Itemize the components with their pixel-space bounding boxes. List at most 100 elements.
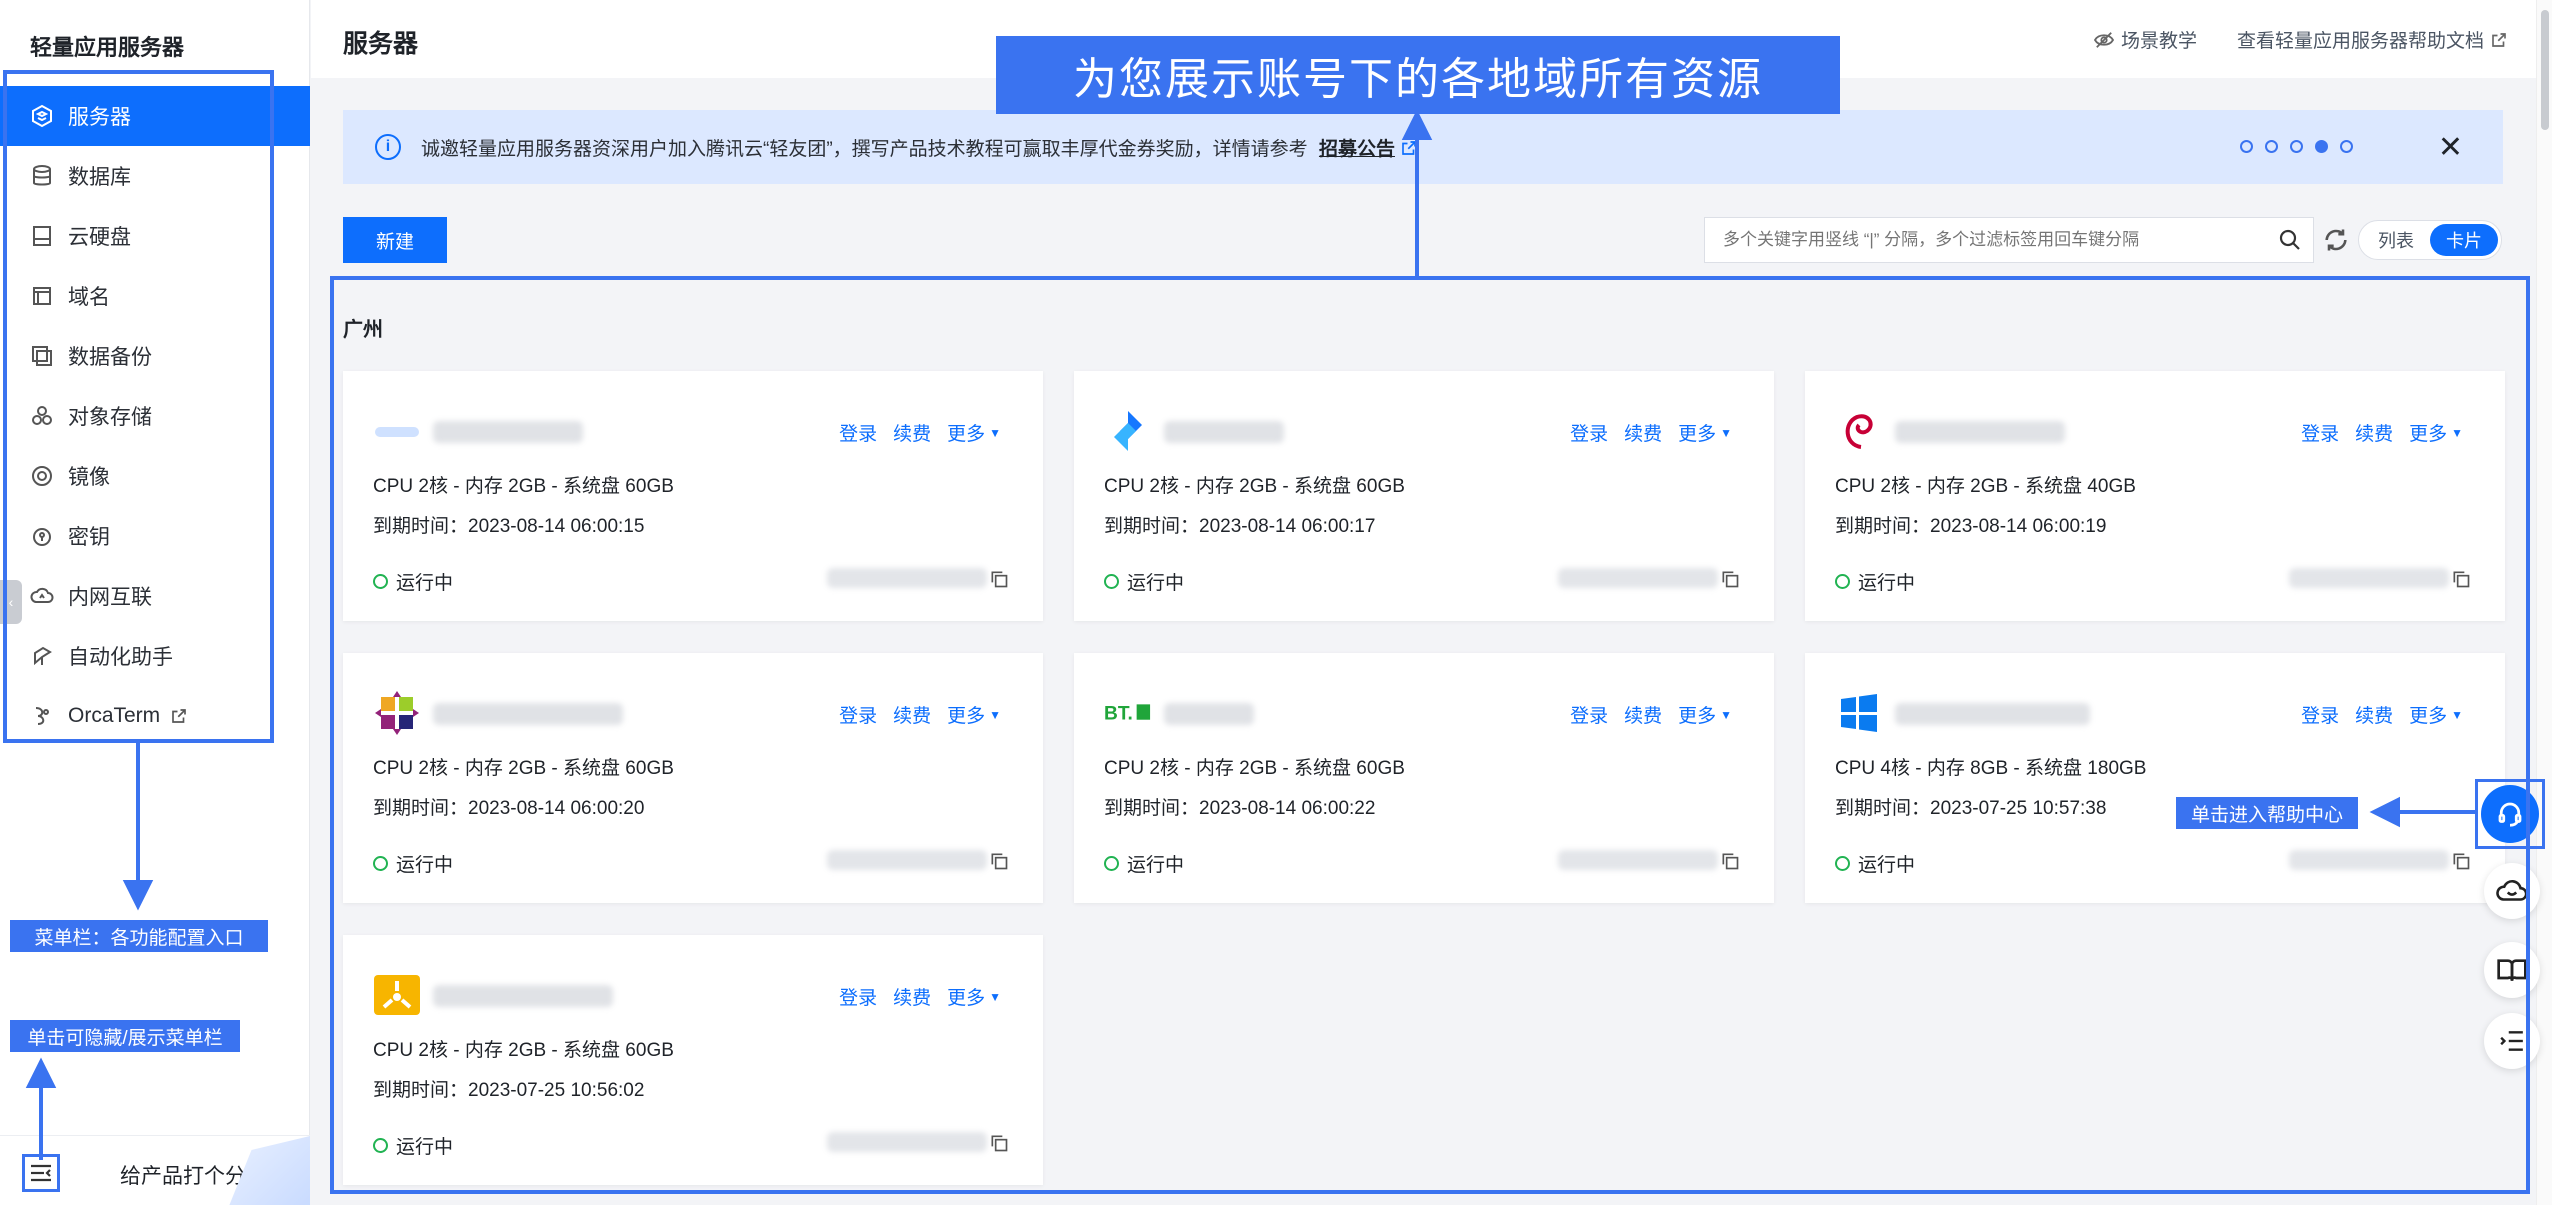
instance-name-blurred: [1895, 421, 2065, 443]
instance-expire: 到期时间：2023-08-14 06:00:17: [1104, 516, 1376, 537]
new-instance-button[interactable]: 新建: [343, 217, 447, 263]
sidebar-item-network[interactable]: 内网互联: [0, 566, 310, 626]
renew-link[interactable]: 续费: [1624, 419, 1662, 446]
login-link[interactable]: 登录: [1570, 701, 1608, 728]
eye-off-icon: [2093, 31, 2115, 48]
view-list-tab[interactable]: 列表: [2362, 224, 2430, 256]
sidebar-item-automation[interactable]: 自动化助手: [0, 626, 310, 686]
terminal-icon: [30, 704, 54, 728]
login-link[interactable]: 登录: [2301, 419, 2339, 446]
status-dot-icon: [1835, 856, 1850, 871]
sidebar-item-orcaterm[interactable]: OrcaTerm: [0, 686, 310, 746]
sidebar-item-server[interactable]: 服务器: [0, 86, 310, 146]
instance-ip-blurred: [1558, 850, 1718, 870]
instance-expire: 到期时间：2023-07-25 10:57:38: [1835, 798, 2107, 819]
notice-carousel-dots: [2240, 140, 2353, 153]
instance-name-blurred: [1895, 703, 2090, 725]
more-dropdown[interactable]: 更多 ▼: [1678, 701, 1732, 728]
copy-icon[interactable]: [2451, 851, 2471, 871]
caret-down-icon: ▼: [989, 707, 1001, 722]
sidebar-title: 轻量应用服务器: [30, 35, 185, 60]
cloud-icon: [2496, 880, 2528, 901]
refresh-icon[interactable]: [2322, 226, 2350, 254]
copy-icon[interactable]: [989, 851, 1009, 871]
caret-down-icon: ▼: [1720, 707, 1732, 722]
sidebar-item-image[interactable]: 镜像: [0, 446, 310, 506]
sidebar-item-database[interactable]: 数据库: [0, 146, 310, 206]
automation-icon: [30, 644, 54, 668]
cloud-logo-icon: [373, 407, 421, 455]
copy-icon[interactable]: [1720, 851, 1740, 871]
external-link-icon: [170, 707, 188, 725]
renew-link[interactable]: 续费: [893, 419, 931, 446]
sidebar-item-backup[interactable]: 数据备份: [0, 326, 310, 386]
search-icon[interactable]: [2267, 228, 2313, 252]
notice-link[interactable]: 招募公告: [1319, 139, 1395, 160]
status-running: 运行中: [1835, 568, 1915, 595]
search-input[interactable]: [1705, 218, 2267, 262]
cloud-assistant-button[interactable]: [2484, 863, 2540, 919]
instance-ip-blurred: [1558, 568, 1718, 588]
debian-logo-icon: [1835, 407, 1883, 455]
notice-text: 诚邀轻量应用服务器资深用户加入腾讯云“轻友团”，撰写产品技术教程可赢取丰厚代金券…: [421, 138, 1308, 160]
login-link[interactable]: 登录: [1570, 419, 1608, 446]
instance-card[interactable]: 登录 续费 更多 ▼ CPU 2核 - 内存 2GB - 系统盘 60GB 到期时…: [343, 653, 1043, 903]
login-link[interactable]: 登录: [839, 983, 877, 1010]
renew-link[interactable]: 续费: [1624, 701, 1662, 728]
sidebar-collapse-handle[interactable]: ‹: [0, 580, 22, 624]
more-dropdown[interactable]: 更多 ▼: [2409, 701, 2463, 728]
login-link[interactable]: 登录: [839, 419, 877, 446]
instance-card[interactable]: 登录 续费 更多 ▼ CPU 2核 - 内存 2GB - 系统盘 60GB 到期时…: [343, 371, 1043, 621]
status-label: 运行中: [396, 1137, 454, 1158]
copy-icon[interactable]: [989, 569, 1009, 589]
copy-icon[interactable]: [2451, 569, 2471, 589]
instance-name-blurred: [1164, 703, 1254, 725]
carousel-dot[interactable]: [2340, 140, 2353, 153]
renew-link[interactable]: 续费: [2355, 419, 2393, 446]
login-link[interactable]: 登录: [839, 701, 877, 728]
carousel-dot[interactable]: [2240, 140, 2253, 153]
sidebar-item-domain[interactable]: 域名: [0, 266, 310, 326]
sidebar-item-storage[interactable]: 对象存储: [0, 386, 310, 446]
docs-button[interactable]: [2484, 942, 2540, 998]
instance-card[interactable]: 登录 续费 更多 ▼ CPU 2核 - 内存 2GB - 系统盘 60GB 到期时…: [343, 935, 1043, 1185]
caret-down-icon: ▼: [2451, 425, 2463, 440]
status-dot-icon: [1104, 574, 1119, 589]
list-menu-button[interactable]: [2484, 1013, 2540, 1069]
renew-link[interactable]: 续费: [893, 983, 931, 1010]
renew-link[interactable]: 续费: [2355, 701, 2393, 728]
copy-icon[interactable]: [989, 1133, 1009, 1153]
card-actions: 登录 续费 更多 ▼: [2301, 419, 2463, 446]
instance-expire: 到期时间：2023-08-14 06:00:15: [373, 516, 645, 537]
scrollbar-thumb[interactable]: [2541, 10, 2549, 130]
more-dropdown[interactable]: 更多 ▼: [947, 419, 1001, 446]
more-dropdown[interactable]: 更多 ▼: [947, 983, 1001, 1010]
help-doc-link[interactable]: 查看轻量应用服务器帮助文档: [2237, 26, 2508, 53]
close-icon[interactable]: ✕: [2438, 130, 2463, 165]
menu-toggle-button[interactable]: [22, 1154, 60, 1192]
copy-icon[interactable]: [1720, 569, 1740, 589]
instance-card[interactable]: 登录 续费 更多 ▼ CPU 2核 - 内存 2GB - 系统盘 60GB 到期时…: [1074, 371, 1774, 621]
instance-spec: CPU 2核 - 内存 2GB - 系统盘 40GB: [1835, 476, 2136, 497]
carousel-dot[interactable]: [2265, 140, 2278, 153]
sidebar-item-label: OrcaTerm: [68, 704, 161, 727]
renew-link[interactable]: 续费: [893, 701, 931, 728]
more-dropdown[interactable]: 更多 ▼: [2409, 419, 2463, 446]
carousel-dot-active[interactable]: [2315, 140, 2328, 153]
instance-card[interactable]: BT. 登录 续费 更多 ▼ CPU 2核 - 内存 2GB - 系统盘 60GB…: [1074, 653, 1774, 903]
help-center-button[interactable]: [2475, 779, 2545, 849]
instance-card[interactable]: 登录 续费 更多 ▼ CPU 2核 - 内存 2GB - 系统盘 40GB 到期时…: [1805, 371, 2505, 621]
sidebar-item-key[interactable]: 密钥: [0, 506, 310, 566]
instance-expire: 到期时间：2023-08-14 06:00:19: [1835, 516, 2107, 537]
instance-card[interactable]: 登录 续费 更多 ▼ CPU 4核 - 内存 8GB - 系统盘 180GB 到期…: [1805, 653, 2505, 903]
more-label: 更多: [2409, 706, 2448, 727]
view-card-tab[interactable]: 卡片: [2430, 224, 2498, 256]
more-label: 更多: [947, 424, 986, 445]
sidebar-item-disk[interactable]: 云硬盘: [0, 206, 310, 266]
scene-tutorial-link[interactable]: 场景教学: [2093, 26, 2197, 53]
more-dropdown[interactable]: 更多 ▼: [1678, 419, 1732, 446]
more-dropdown[interactable]: 更多 ▼: [947, 701, 1001, 728]
carousel-dot[interactable]: [2290, 140, 2303, 153]
page-scrollbar[interactable]: [2536, 0, 2552, 1205]
login-link[interactable]: 登录: [2301, 701, 2339, 728]
